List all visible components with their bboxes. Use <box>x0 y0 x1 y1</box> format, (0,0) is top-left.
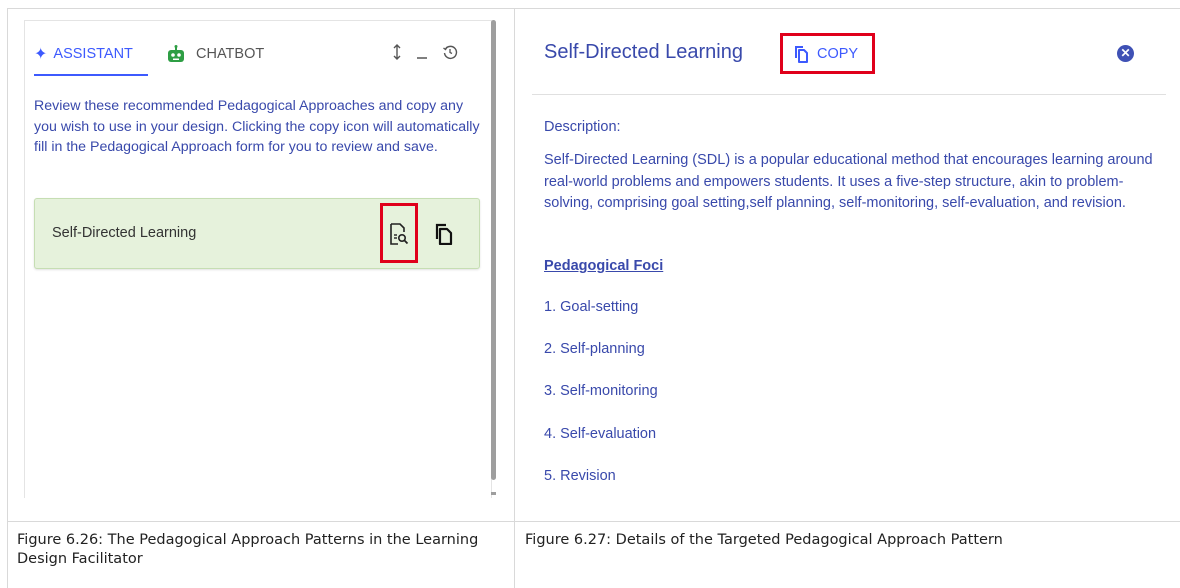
minimize-icon[interactable] <box>416 44 428 64</box>
foci-item: 1. Goal-setting <box>544 299 639 315</box>
approach-card[interactable]: Self-Directed Learning <box>34 198 480 269</box>
scrollbar-thumb[interactable] <box>491 20 496 480</box>
active-tab-indicator <box>34 74 148 76</box>
history-icon[interactable] <box>442 44 458 64</box>
copy-button[interactable] <box>433 223 453 246</box>
intro-text: Review these recommended Pedagogical App… <box>34 98 480 155</box>
foci-item: 3. Self-monitoring <box>544 383 658 399</box>
window-controls <box>392 44 458 64</box>
foci-item: 4. Self-evaluation <box>544 426 657 442</box>
view-details-button[interactable] <box>380 203 418 263</box>
copy-icon <box>795 45 808 63</box>
close-icon[interactable]: ✕ <box>1117 45 1134 62</box>
tab-assistant[interactable]: ✦ ASSISTANT <box>34 40 133 68</box>
row-divider <box>7 521 1180 522</box>
detail-title: Self-Directed Learning <box>544 41 743 63</box>
resize-vertical-icon[interactable] <box>392 44 402 64</box>
figure-caption-right: Figure 6.27: Details of the Targeted Ped… <box>525 532 1003 548</box>
copy-label: COPY <box>817 45 859 62</box>
figure-caption-left: Figure 6.26: The Pedagogical Approach Pa… <box>17 532 479 567</box>
view-details-icon <box>390 223 409 245</box>
tab-chatbot[interactable]: CHATBOT <box>166 40 264 68</box>
copy-action-button[interactable]: COPY <box>780 33 875 74</box>
foci-item: 2. Self-planning <box>544 341 645 357</box>
detail-header-divider <box>532 94 1166 95</box>
robot-icon <box>166 45 186 63</box>
foci-item: 5. Revision <box>544 468 616 484</box>
tab-chatbot-label: CHATBOT <box>196 46 265 62</box>
description-label: Description: <box>544 119 621 135</box>
column-divider <box>514 8 515 588</box>
description-text: Self-Directed Learning (SDL) is a popula… <box>544 152 1153 212</box>
copy-icon <box>435 223 453 246</box>
scrollbar-end <box>491 492 496 495</box>
approach-card-title: Self-Directed Learning <box>52 225 197 241</box>
tab-assistant-label: ASSISTANT <box>53 46 133 62</box>
foci-title: Pedagogical Foci <box>544 258 664 274</box>
sparkle-icon: ✦ <box>34 46 48 63</box>
